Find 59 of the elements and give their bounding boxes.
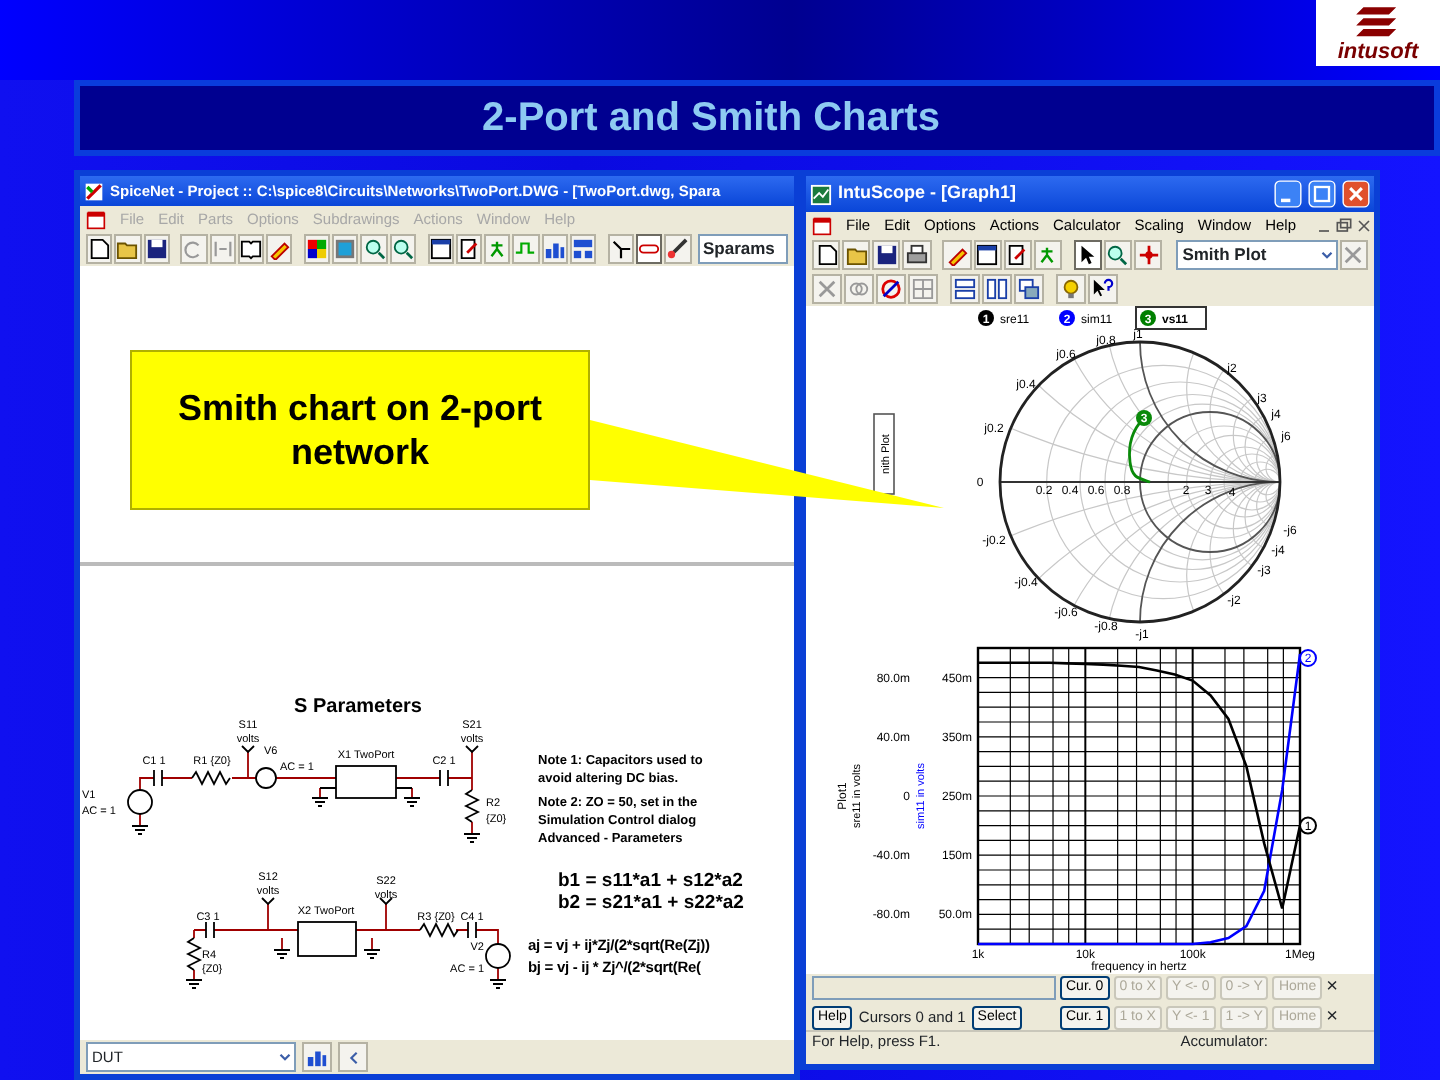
app-icon xyxy=(810,183,832,205)
window-icon[interactable] xyxy=(427,234,454,264)
monitor-icon[interactable] xyxy=(332,234,359,264)
callout-text: Smith chart on 2-port network xyxy=(175,386,544,474)
book-icon[interactable] xyxy=(237,234,265,264)
minimize-icon[interactable] xyxy=(1274,180,1302,208)
capsule-icon[interactable] xyxy=(635,234,663,264)
lightbulb-icon[interactable] xyxy=(1056,274,1086,304)
magnifier-icon[interactable] xyxy=(389,234,417,264)
bar-chart-icon[interactable] xyxy=(541,234,568,264)
maximize-icon[interactable] xyxy=(1308,180,1336,208)
close-button[interactable]: × xyxy=(1326,977,1339,997)
pointer-hook-icon[interactable] xyxy=(1088,274,1118,304)
equation-text: b1 = s11*a1 + s12*a2 xyxy=(558,870,743,892)
horizontal-split-icon[interactable] xyxy=(950,274,980,304)
schematic-title: S Parameters xyxy=(294,696,422,718)
disk-icon[interactable] xyxy=(872,240,901,270)
folder-icon[interactable] xyxy=(114,234,142,264)
window-icon[interactable] xyxy=(973,240,1002,270)
plot-type-dropdown[interactable]: Smith Plot xyxy=(1176,240,1338,270)
folder-icon[interactable] xyxy=(842,240,871,270)
scroll-left-icon[interactable] xyxy=(338,1042,368,1072)
no-sign-icon[interactable] xyxy=(876,274,906,304)
pencil-icon[interactable] xyxy=(942,240,972,270)
magnifier-icon[interactable] xyxy=(360,234,388,264)
document-icon[interactable] xyxy=(86,209,106,229)
equation-text: b2 = s21*a1 + s22*a2 xyxy=(558,892,744,914)
crosshair-icon[interactable] xyxy=(1134,240,1163,270)
trace-marker xyxy=(1136,410,1152,426)
pencil-icon[interactable] xyxy=(266,234,293,264)
stacked-windows-icon[interactable] xyxy=(1014,274,1044,304)
scenario-dropdown[interactable]: Sparams xyxy=(697,234,789,264)
close-icon[interactable] xyxy=(1354,215,1374,235)
vertical-split-icon[interactable] xyxy=(982,274,1012,304)
document-icon[interactable] xyxy=(812,215,832,235)
disk-icon[interactable] xyxy=(143,234,170,264)
caret-icon xyxy=(276,1048,294,1066)
printer-icon[interactable] xyxy=(902,240,932,270)
notepad-icon[interactable] xyxy=(1003,240,1032,270)
readout-field[interactable] xyxy=(812,975,1056,999)
close-icon[interactable] xyxy=(1342,180,1370,208)
magnifier-icon[interactable] xyxy=(1103,240,1133,270)
blocks-icon[interactable] xyxy=(569,234,597,264)
restore-icon[interactable] xyxy=(1334,215,1354,235)
trace-end-marker xyxy=(1299,649,1317,667)
bar-chart-icon[interactable] xyxy=(302,1042,332,1072)
notepad-icon[interactable] xyxy=(455,234,483,264)
page-icon[interactable] xyxy=(86,234,113,264)
caret-icon xyxy=(1317,246,1336,264)
brush-icon[interactable] xyxy=(664,234,691,264)
app-icon xyxy=(84,181,104,201)
slide-title: 2-Port and Smith Charts xyxy=(482,94,940,144)
probe-icon[interactable] xyxy=(607,234,634,264)
wire-icon[interactable] xyxy=(512,234,540,264)
logo-text: intusoft xyxy=(1337,40,1419,64)
window-title: IntuScope - [Graph1] xyxy=(838,180,1019,207)
page-icon[interactable] xyxy=(812,240,841,270)
color-squares-icon[interactable] xyxy=(303,234,331,264)
close-button[interactable]: × xyxy=(1326,1007,1339,1027)
